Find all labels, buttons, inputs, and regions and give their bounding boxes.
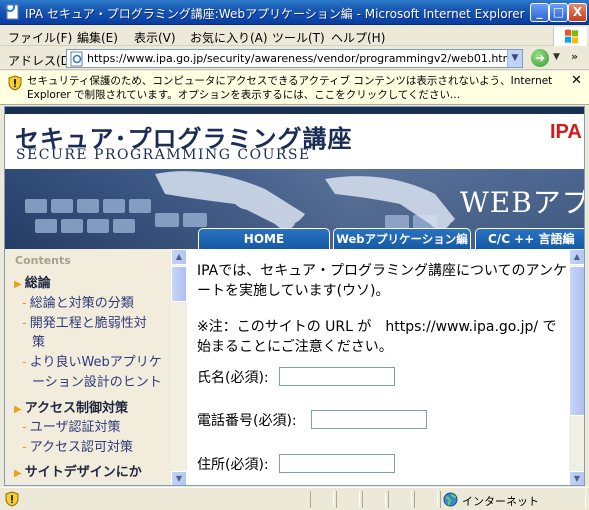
main-scrollbar[interactable]: ▲ ▼ bbox=[569, 249, 584, 485]
title-bar[interactable]: IPA セキュア・プログラミング講座:Webアプリケーション編 - Micros… bbox=[0, 0, 589, 25]
sidebar-section-site-design[interactable]: ▶ サイトデザインにか bbox=[5, 461, 171, 480]
page-viewport: セキュア･プログラミング講座 SECURE PROGRAMMING COURSE… bbox=[4, 106, 585, 486]
status-segment bbox=[310, 491, 334, 508]
status-segment bbox=[414, 491, 438, 508]
sidebar-item[interactable]: - ユーザ認証対策 bbox=[5, 416, 171, 435]
close-button[interactable]: X bbox=[568, 3, 587, 22]
windows-logo-icon bbox=[553, 27, 587, 46]
sidebar-item[interactable]: - より良いWebアプリケ bbox=[5, 351, 171, 370]
contents-sidebar: Contents ▶ 総論 - 総論と対策の分類 - 開発工程と脆弱性対 策 - より良… bbox=[5, 249, 171, 485]
toolbar-more-icon[interactable]: » bbox=[571, 50, 578, 63]
contents-heading: Contents bbox=[15, 254, 71, 267]
address-input-field[interactable] bbox=[279, 454, 395, 473]
ipa-logo[interactable]: IPA bbox=[550, 121, 582, 144]
intro-text: IPAでは、セキュア・プログラミング講座についてのアンケートを実施しています(ウ… bbox=[197, 263, 567, 299]
sidebar-item[interactable]: - アクセス認可対策 bbox=[5, 436, 171, 455]
triangle-bullet-icon: ▶ bbox=[14, 404, 22, 415]
menu-tools[interactable]: ツール(T) bbox=[272, 29, 325, 46]
status-warning-icon bbox=[5, 491, 19, 507]
minimize-button[interactable]: _ bbox=[530, 3, 549, 22]
sidebar-scroll-thumb[interactable] bbox=[171, 266, 187, 302]
tab-c-cpp[interactable]: C/C ++ 言語編 bbox=[475, 228, 584, 249]
sidebar-section-overview[interactable]: ▶ 総論 bbox=[5, 272, 171, 291]
status-segment bbox=[336, 491, 360, 508]
menu-help[interactable]: ヘルプ(H) bbox=[331, 29, 385, 46]
shield-warning-icon bbox=[8, 75, 22, 91]
security-info-bar[interactable]: セキュリティ保護のため、コンピュータにアクセスできるアクティブ コンテンツは表示… bbox=[0, 71, 589, 105]
url-notice: ※注：このサイトの URL が https://www.ipa.go.jp/ で… bbox=[197, 319, 557, 355]
banner-web-text: WEBアプ bbox=[460, 186, 585, 219]
info-bar-message: セキュリティ保護のため、コンピュータにアクセスできるアクティブ コンテンツは表示… bbox=[27, 75, 553, 101]
sidebar-item[interactable]: - 開発工程と脆弱性対 bbox=[5, 312, 171, 331]
address-input[interactable]: https://www.ipa.go.jp/security/awareness… bbox=[66, 49, 523, 68]
tab-web-application[interactable]: Webアプリケーション編 bbox=[333, 228, 471, 249]
header-stripe bbox=[5, 107, 584, 114]
sidebar-item-continued[interactable]: ーション設計のヒント bbox=[5, 371, 171, 390]
dash-bullet-icon: - bbox=[22, 420, 27, 435]
menu-edit[interactable]: 編集(E) bbox=[77, 29, 118, 46]
menu-favorites[interactable]: お気に入り(A) bbox=[190, 29, 268, 46]
dash-bullet-icon: - bbox=[22, 355, 27, 370]
scroll-down-icon[interactable]: ▼ bbox=[569, 471, 584, 485]
sidebar-scrollbar[interactable]: ▲ ▼ bbox=[171, 249, 187, 485]
phone-label: 電話番号(必須): bbox=[197, 413, 297, 429]
menu-file[interactable]: ファイル(F) bbox=[8, 29, 72, 46]
triangle-bullet-icon: ▶ bbox=[14, 279, 22, 290]
dash-bullet-icon: - bbox=[22, 440, 27, 455]
main-content: IPAでは、セキュア・プログラミング講座についてのアンケートを実施しています(ウ… bbox=[187, 249, 569, 485]
sidebar-item[interactable]: - 総論と対策の分類 bbox=[5, 292, 171, 311]
phone-input[interactable] bbox=[311, 410, 427, 429]
go-dropdown-icon[interactable]: ▼ bbox=[553, 52, 560, 62]
info-bar-close-icon[interactable]: ✕ bbox=[571, 73, 582, 88]
scroll-up-icon[interactable]: ▲ bbox=[569, 249, 584, 265]
status-segment bbox=[362, 491, 386, 508]
address-label-field: 住所(必須): bbox=[197, 457, 269, 473]
tab-home[interactable]: HOME bbox=[198, 228, 330, 249]
address-bar: アドレス(D) https://www.ipa.go.jp/security/a… bbox=[0, 47, 589, 70]
address-url: https://www.ipa.go.jp/security/awareness… bbox=[87, 52, 517, 65]
globe-icon bbox=[443, 492, 458, 507]
scroll-up-icon[interactable]: ▲ bbox=[171, 249, 187, 265]
name-label: 氏名(必須): bbox=[197, 370, 269, 386]
sidebar-item-continued[interactable]: 策 bbox=[5, 331, 171, 350]
menu-view[interactable]: 表示(V) bbox=[134, 29, 176, 46]
security-zone-label: インターネット bbox=[462, 495, 539, 508]
main-scroll-thumb[interactable] bbox=[569, 266, 584, 416]
sidebar-section-access-control[interactable]: ▶ アクセス制御対策 bbox=[5, 397, 171, 416]
maximize-button[interactable]: □ bbox=[549, 3, 568, 22]
menu-bar: ファイル(F) 編集(E) 表示(V) お気に入り(A) ツール(T) ヘルプ(… bbox=[0, 26, 589, 46]
window-title: IPA セキュア・プログラミング講座:Webアプリケーション編 - Micros… bbox=[25, 7, 525, 21]
dash-bullet-icon: - bbox=[22, 296, 27, 311]
name-input[interactable] bbox=[279, 367, 395, 386]
ie-page-icon bbox=[5, 4, 19, 20]
site-header: セキュア･プログラミング講座 SECURE PROGRAMMING COURSE… bbox=[5, 107, 584, 169]
page-icon bbox=[70, 51, 83, 67]
dash-bullet-icon: - bbox=[22, 316, 27, 331]
address-label: アドレス(D) bbox=[8, 54, 75, 68]
triangle-bullet-icon: ▶ bbox=[14, 468, 22, 479]
scroll-down-icon[interactable]: ▼ bbox=[171, 471, 187, 485]
status-bar: インターネット bbox=[0, 487, 589, 510]
address-dropdown-icon[interactable]: ▼ bbox=[507, 50, 522, 67]
site-subtitle: SECURE PROGRAMMING COURSE bbox=[16, 147, 311, 163]
status-segment bbox=[388, 491, 412, 508]
go-button[interactable]: ➔ bbox=[531, 49, 549, 67]
